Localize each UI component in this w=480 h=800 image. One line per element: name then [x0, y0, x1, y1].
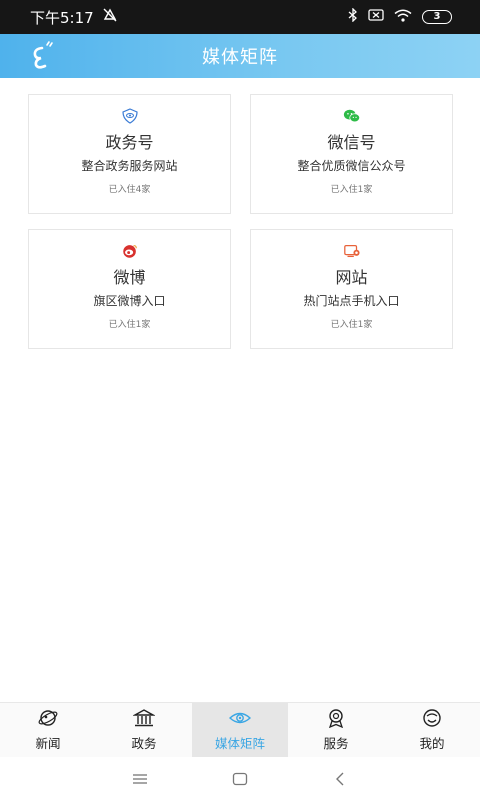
- status-bar: 下午5:17 3: [0, 0, 480, 34]
- news-planet-icon: [37, 708, 59, 731]
- card-website[interactable]: 网站 热门站点手机入口 已入住1家: [250, 229, 453, 349]
- app-header: 媒体矩阵: [0, 34, 480, 78]
- card-name: 微信号: [327, 133, 376, 152]
- card-government-account[interactable]: 政务号 整合政务服务网站 已入住4家: [28, 94, 231, 214]
- card-desc: 整合优质微信公众号: [297, 159, 406, 173]
- tab-government[interactable]: 政务: [96, 703, 192, 757]
- shield-eye-icon: [121, 108, 139, 124]
- weibo-icon: [121, 243, 139, 259]
- status-time: 下午5:17: [30, 8, 94, 27]
- tab-label: 媒体矩阵: [214, 736, 265, 751]
- wechat-icon: [343, 108, 361, 124]
- tab-service[interactable]: 服务: [288, 703, 384, 757]
- app-logo-icon: [26, 40, 56, 72]
- profile-face-icon: [421, 708, 443, 731]
- battery-icon: 3: [422, 10, 452, 24]
- card-name: 微博: [113, 268, 146, 287]
- tab-label: 政务: [131, 736, 157, 751]
- tab-label: 新闻: [35, 736, 61, 751]
- service-badge-icon: [325, 708, 347, 731]
- card-count: 已入住4家: [108, 185, 151, 195]
- wifi-icon: [394, 9, 412, 26]
- tab-label: 我的: [419, 736, 445, 751]
- card-wechat-account[interactable]: 微信号 整合优质微信公众号 已入住1家: [250, 94, 453, 214]
- notification-mute-icon: [102, 8, 118, 26]
- card-count: 已入住1家: [330, 185, 373, 195]
- card-name: 政务号: [105, 133, 154, 152]
- card-count: 已入住1家: [108, 320, 151, 330]
- back-icon[interactable]: [320, 764, 360, 794]
- card-weibo[interactable]: 微博 旗区微博入口 已入住1家: [28, 229, 231, 349]
- tab-label: 服务: [323, 736, 349, 751]
- tab-mine[interactable]: 我的: [384, 703, 480, 757]
- bottom-tab-bar: 新闻 政务 媒体矩阵 服务 我的: [0, 702, 480, 757]
- tab-media-matrix[interactable]: 媒体矩阵: [192, 703, 288, 757]
- card-desc: 旗区微博入口: [93, 294, 166, 308]
- menu-icon[interactable]: [120, 764, 160, 794]
- media-eye-icon: [228, 708, 252, 731]
- card-name: 网站: [335, 268, 368, 287]
- card-desc: 热门站点手机入口: [303, 294, 400, 308]
- website-icon: [343, 243, 361, 259]
- sim-card-icon: [368, 9, 384, 25]
- card-count: 已入住1家: [330, 320, 373, 330]
- bluetooth-icon: [348, 7, 358, 26]
- tab-news[interactable]: 新闻: [0, 703, 96, 757]
- system-nav-bar: [0, 757, 480, 800]
- card-desc: 整合政务服务网站: [81, 159, 178, 173]
- page-title: 媒体矩阵: [202, 47, 278, 68]
- home-icon[interactable]: [220, 764, 260, 794]
- government-building-icon: [132, 708, 156, 731]
